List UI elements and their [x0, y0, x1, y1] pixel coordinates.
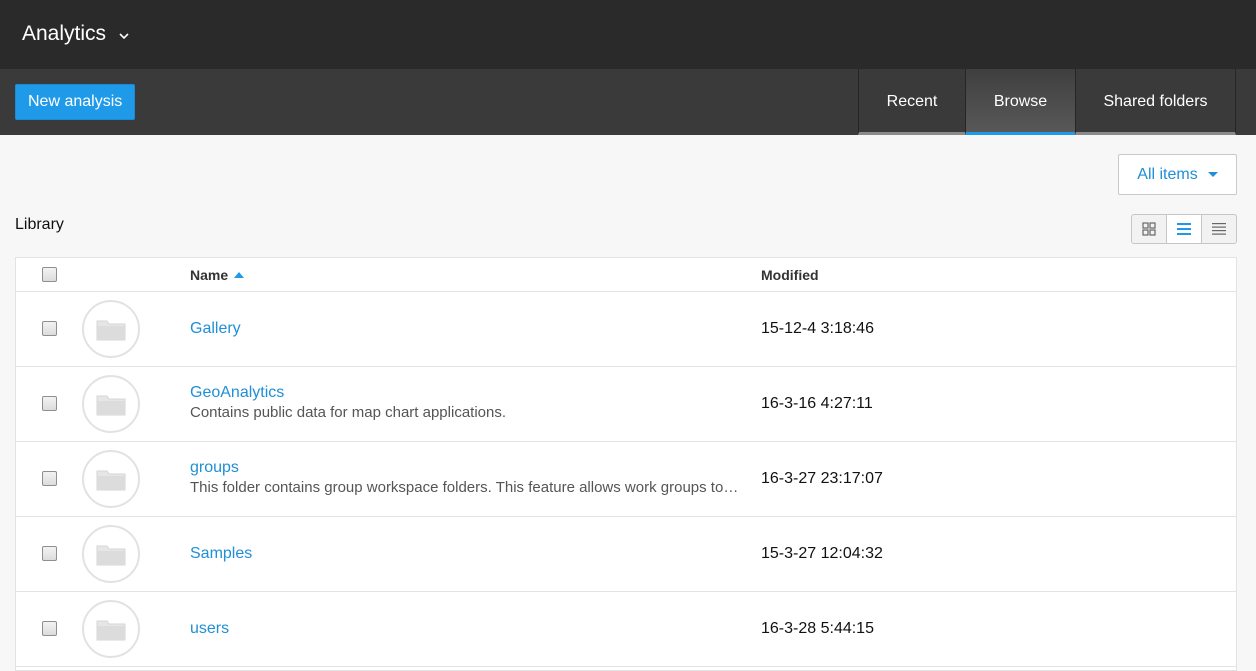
compact-list-view-button[interactable] — [1201, 215, 1236, 243]
modified-date: 16-3-28 5:44:15 — [761, 620, 874, 637]
folder-icon — [96, 545, 126, 566]
library-table: Name Modified Gallery 15-12-4 3:18:46 Ge… — [15, 257, 1237, 671]
item-name-link[interactable]: GeoAnalytics — [190, 384, 284, 402]
name-column-header[interactable]: Name — [190, 267, 245, 283]
name-column-label: Name — [190, 267, 229, 283]
table-row[interactable]: users 16-3-28 5:44:15 — [16, 592, 1236, 667]
folder-thumbnail — [82, 525, 140, 583]
item-name-link[interactable]: groups — [190, 459, 239, 477]
table-row[interactable]: Samples 15-3-27 12:04:32 — [16, 517, 1236, 592]
library-heading: Library — [15, 216, 64, 233]
tab-browse[interactable]: Browse — [965, 69, 1075, 135]
modified-date: 15-12-4 3:18:46 — [761, 320, 874, 337]
filter-label: All items — [1137, 165, 1198, 183]
folder-icon — [96, 320, 126, 341]
list-view-icon — [1177, 223, 1191, 235]
item-description: Contains public data for map chart appli… — [190, 404, 507, 421]
compact-list-icon — [1212, 223, 1226, 235]
new-analysis-button[interactable]: New analysis — [15, 84, 136, 120]
row-checkbox[interactable] — [42, 546, 57, 561]
folder-thumbnail — [82, 300, 140, 358]
toolbar: New analysis Recent Browse Shared folder… — [0, 69, 1256, 135]
tab-recent[interactable]: Recent — [858, 69, 965, 135]
tab-shared-folders[interactable]: Shared folders — [1075, 69, 1236, 135]
table-row[interactable]: GeoAnalytics Contains public data for ma… — [16, 367, 1236, 442]
view-mode-toggle — [1131, 214, 1237, 244]
select-all-checkbox[interactable] — [42, 267, 57, 282]
folder-thumbnail — [82, 600, 140, 658]
app-title: Analytics — [22, 22, 107, 45]
modified-date: 16-3-16 4:27:11 — [761, 395, 873, 412]
all-items-dropdown[interactable]: All items — [1118, 154, 1237, 195]
table-row[interactable]: groups This folder contains group worksp… — [16, 442, 1236, 517]
item-name-link[interactable]: Samples — [190, 545, 252, 563]
table-header: Name Modified — [16, 258, 1236, 292]
row-checkbox[interactable] — [42, 621, 57, 636]
item-description: This folder contains group workspace fol… — [190, 479, 742, 496]
caret-down-icon — [1207, 172, 1218, 177]
folder-icon — [96, 470, 126, 491]
tab-bar: Recent Browse Shared folders — [858, 69, 1236, 135]
list-view-button[interactable] — [1166, 215, 1201, 243]
chevron-down-icon — [119, 33, 129, 40]
app-switcher[interactable]: Analytics — [22, 22, 130, 46]
sort-ascending-icon — [234, 272, 245, 278]
modified-date: 16-3-27 23:17:07 — [761, 470, 883, 487]
folder-thumbnail — [82, 450, 140, 508]
row-checkbox[interactable] — [42, 396, 57, 411]
folder-icon — [96, 395, 126, 416]
grid-view-icon — [1142, 222, 1156, 236]
grid-view-button[interactable] — [1132, 215, 1166, 243]
app-header: Analytics — [0, 0, 1256, 69]
folder-thumbnail — [82, 375, 140, 433]
row-checkbox[interactable] — [42, 321, 57, 336]
item-name-link[interactable]: Gallery — [190, 320, 241, 338]
modified-column-header[interactable]: Modified — [761, 267, 819, 283]
modified-date: 15-3-27 12:04:32 — [761, 545, 883, 562]
item-name-link[interactable]: users — [190, 620, 229, 638]
row-checkbox[interactable] — [42, 471, 57, 486]
folder-icon — [96, 620, 126, 641]
table-row[interactable]: Gallery 15-12-4 3:18:46 — [16, 292, 1236, 367]
